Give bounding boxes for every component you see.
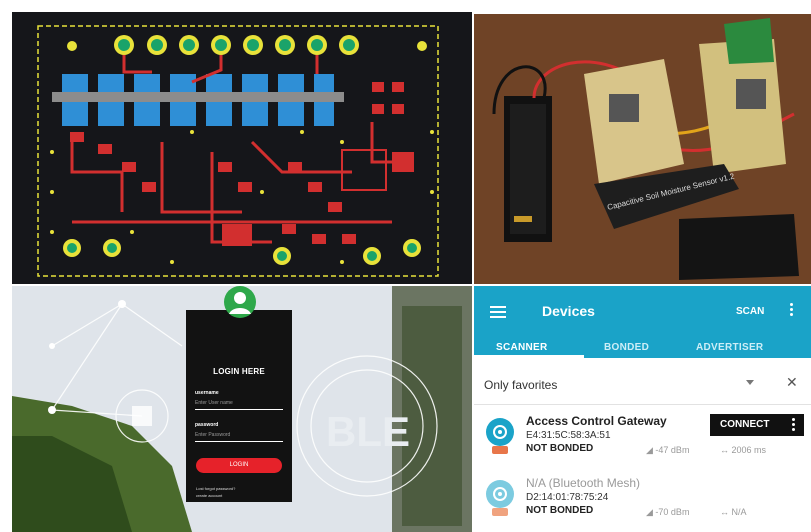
rssi: ◢ -47 dBm (646, 445, 689, 456)
connect-button[interactable]: CONNECT (710, 414, 804, 436)
rssi: ◢ -70 dBm (646, 507, 689, 518)
kebab-icon[interactable] (790, 303, 794, 319)
signal-icon: ◢ (646, 445, 656, 455)
app-bar: Devices SCAN SCANNER BONDED ADVERTISER (474, 286, 811, 358)
connect-label: CONNECT (720, 419, 770, 430)
create-account-link[interactable]: create account (196, 493, 222, 498)
favorites-filter[interactable]: Only favorites ✕ (474, 364, 811, 405)
login-button[interactable]: LOGIN (196, 458, 282, 473)
username-label: username (195, 390, 219, 396)
photo-drawing: Capacitive Soil Moisture Sensor v1.2 (474, 14, 811, 284)
adv-interval: ↔ N/A (720, 507, 747, 517)
bond-state: NOT BONDED (526, 505, 594, 516)
tab-scanner[interactable]: SCANNER (496, 342, 548, 353)
tab-advertiser[interactable]: ADVERTISER (696, 342, 763, 353)
pcb-layout-image (12, 12, 472, 284)
bond-state: NOT BONDED (526, 443, 594, 454)
app-title: Devices (542, 303, 595, 319)
sensor-board-photo: Capacitive Soil Moisture Sensor v1.2 (474, 14, 811, 284)
device-mac: E4:31:5C:58:3A:51 (526, 430, 611, 441)
bluetooth-device-icon (486, 418, 514, 454)
close-icon[interactable]: ✕ (786, 374, 798, 391)
device-name: N/A (Bluetooth Mesh) (526, 476, 641, 490)
device-row[interactable]: N/A (Bluetooth Mesh) D2:14:01:78:75:24 N… (474, 468, 811, 526)
adv-interval: ↔ 2006 ms (720, 445, 767, 455)
menu-icon[interactable] (490, 306, 506, 318)
chevron-down-icon[interactable] (746, 380, 754, 385)
user-avatar-icon (224, 286, 256, 318)
ble-login-screen: BLE LOGIN HERE username Enter User name … (12, 286, 472, 532)
devices-app-screen: Devices SCAN SCANNER BONDED ADVERTISER O… (474, 286, 811, 532)
login-card: LOGIN HERE username Enter User name pass… (186, 286, 292, 502)
rssi-value: -70 dBm (655, 507, 690, 517)
forgot-password-link[interactable]: Lost forgot password? (196, 486, 235, 491)
active-tab-indicator (474, 355, 584, 358)
scan-button[interactable]: SCAN (736, 306, 764, 317)
bluetooth-device-icon (486, 480, 514, 516)
device-mac: D2:14:01:78:75:24 (526, 492, 609, 503)
signal-icon: ◢ (646, 507, 656, 517)
pcb-drawing (12, 12, 472, 284)
login-title: LOGIN HERE (213, 367, 265, 376)
rssi-value: -47 dBm (655, 445, 690, 455)
tab-bonded[interactable]: BONDED (604, 342, 649, 353)
kebab-icon[interactable] (792, 418, 795, 433)
device-name: Access Control Gateway (526, 414, 667, 428)
username-input[interactable]: Enter User name (195, 398, 283, 410)
ble-watermark: BLE (326, 408, 410, 455)
password-input[interactable]: Enter Password (195, 430, 283, 442)
password-label: password (195, 422, 219, 428)
filter-label: Only favorites (484, 378, 558, 392)
